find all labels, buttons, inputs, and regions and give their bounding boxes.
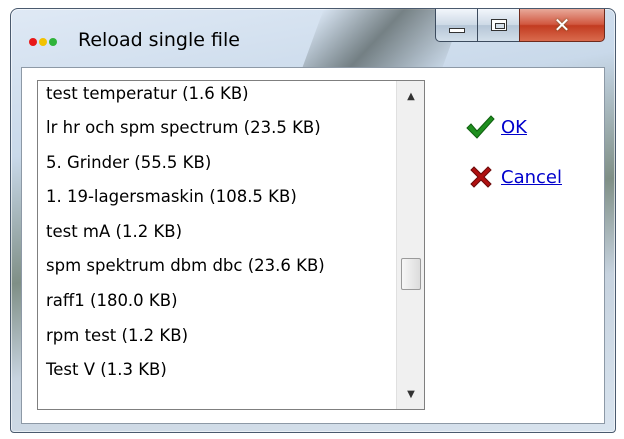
minimize-icon: [448, 27, 465, 33]
close-icon: ✕: [553, 13, 571, 37]
action-links: OK Cancel: [465, 112, 562, 212]
yellow-dot: [39, 38, 47, 46]
scroll-down-arrow-icon[interactable]: ▼: [397, 381, 424, 407]
dialog-client-area: test temperatur (1.6 KB) lr hr och spm s…: [21, 67, 605, 424]
title-bar[interactable]: Reload single file ✕: [11, 9, 615, 67]
reload-dialog-window: Reload single file ✕ test temperatur (1.…: [10, 8, 616, 433]
close-button[interactable]: ✕: [519, 9, 605, 42]
vertical-scrollbar[interactable]: ▲ ▼: [396, 81, 424, 409]
caption-buttons: ✕: [435, 9, 605, 44]
list-item[interactable]: raff1 (180.0 KB): [38, 284, 396, 319]
red-dot: [29, 38, 37, 46]
list-item[interactable]: 1. 19-lagersmaskin (108.5 KB): [38, 180, 396, 215]
file-list-items: test temperatur (1.6 KB) lr hr och spm s…: [38, 81, 396, 388]
list-item[interactable]: test temperatur (1.6 KB): [38, 81, 396, 111]
list-item[interactable]: Test V (1.3 KB): [38, 353, 396, 388]
cancel-label[interactable]: Cancel: [501, 167, 562, 188]
list-item[interactable]: test mA (1.2 KB): [38, 215, 396, 250]
maximize-button[interactable]: [477, 9, 519, 42]
scroll-up-arrow-icon[interactable]: ▲: [397, 83, 424, 109]
green-checkmark-icon: [465, 114, 495, 140]
red-x-icon: [469, 165, 495, 189]
scroll-thumb[interactable]: [401, 257, 421, 290]
app-icon: [29, 36, 67, 48]
list-item[interactable]: lr hr och spm spectrum (23.5 KB): [38, 111, 396, 146]
ok-button[interactable]: OK: [465, 112, 562, 142]
list-item[interactable]: rpm test (1.2 KB): [38, 319, 396, 354]
green-dot: [49, 38, 57, 46]
cancel-button[interactable]: Cancel: [465, 162, 562, 192]
minimize-button[interactable]: [435, 9, 477, 42]
ok-label[interactable]: OK: [501, 117, 527, 138]
list-item[interactable]: spm spektrum dbm dbc (23.6 KB): [38, 249, 396, 284]
maximize-icon: [490, 19, 507, 31]
window-title: Reload single file: [78, 29, 240, 51]
list-item[interactable]: 5. Grinder (55.5 KB): [38, 146, 396, 181]
file-listbox[interactable]: test temperatur (1.6 KB) lr hr och spm s…: [37, 80, 425, 410]
